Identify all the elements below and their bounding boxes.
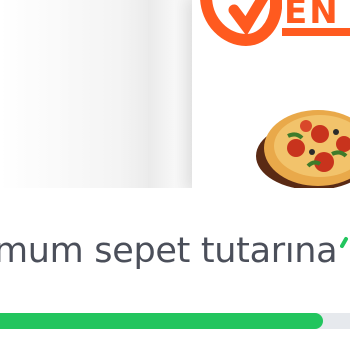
- promo-banner-carousel[interactable]: EN S: [0, 0, 350, 188]
- promo-card-previous[interactable]: [0, 0, 148, 188]
- pizza-icon: [252, 96, 350, 188]
- checkmark-icon: [340, 236, 350, 252]
- minimum-basket-progress-bar: [0, 313, 350, 329]
- promo-logo-text: EN S: [284, 0, 350, 32]
- carousel-gap: [148, 0, 192, 188]
- minimum-basket-message: mum sepet tutarına: [0, 231, 338, 271]
- minimum-basket-section: mum sepet tutarına: [0, 188, 350, 350]
- progress-bar-fill: [0, 313, 323, 329]
